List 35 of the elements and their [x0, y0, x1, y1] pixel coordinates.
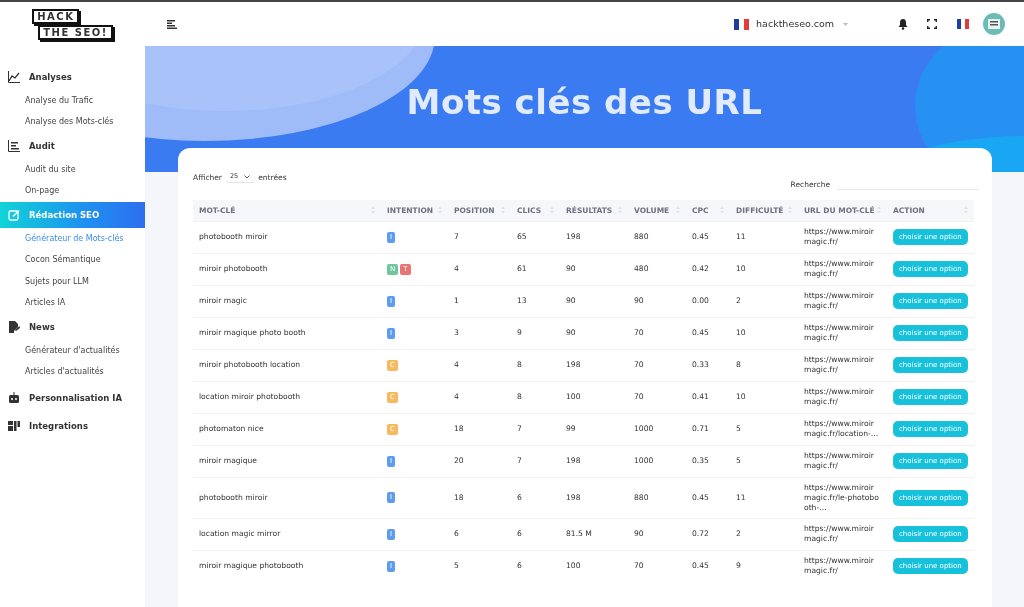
- bell-icon[interactable]: [898, 18, 908, 30]
- sidebar-item[interactable]: Générateur de Mots-clés: [0, 228, 145, 250]
- sidebar-group[interactable]: Rédaction SEO: [0, 202, 145, 228]
- edit-icon: [8, 209, 20, 221]
- sidebar-group-label: News: [29, 320, 55, 334]
- sidebar-item[interactable]: Cocon Sémantique: [0, 249, 145, 271]
- page-title: Mots clés des URL: [406, 84, 763, 124]
- sidebar-group-label: Rédaction SEO: [29, 208, 100, 222]
- caret-icon: [843, 22, 848, 26]
- sidebar-item[interactable]: Articles IA: [0, 292, 145, 314]
- sidebar-item[interactable]: Analyse des Mots-clés: [0, 111, 145, 133]
- avatar[interactable]: [983, 13, 1005, 35]
- flag-icon[interactable]: [957, 19, 969, 29]
- sidebar-item[interactable]: Articles d'actualités: [0, 361, 145, 383]
- sidebar-group-label: Personnalisation IA: [29, 391, 123, 405]
- sidebar-group-label: Audit: [29, 139, 55, 153]
- robot-icon: [8, 392, 20, 404]
- fullscreen-icon[interactable]: [927, 19, 937, 29]
- sidebar-item[interactable]: On-page: [0, 180, 145, 202]
- chevron-icon: [244, 175, 251, 180]
- menu-icon[interactable]: [167, 19, 177, 29]
- sidebar-item[interactable]: Analyse du Trafic: [0, 90, 145, 112]
- sidebar-item[interactable]: Sujets pour LLM: [0, 271, 145, 293]
- sidebar-item[interactable]: Audit du site: [0, 159, 145, 181]
- flag-icon: [734, 18, 750, 30]
- chart-icon: [8, 71, 20, 83]
- logo-text: HACK: [32, 8, 80, 24]
- domain-selector[interactable]: hacktheseo.com: [756, 16, 834, 32]
- logo-text: THE SEO!: [38, 24, 113, 40]
- sidebar-group-label: Integrations: [29, 419, 88, 433]
- document-icon: [8, 321, 20, 333]
- sidebar-item[interactable]: Générateur d'actualités: [0, 340, 145, 362]
- sidebar-group-label: Analyses: [29, 70, 72, 84]
- bar-list-icon: [8, 140, 20, 152]
- blocks-icon: [8, 420, 20, 432]
